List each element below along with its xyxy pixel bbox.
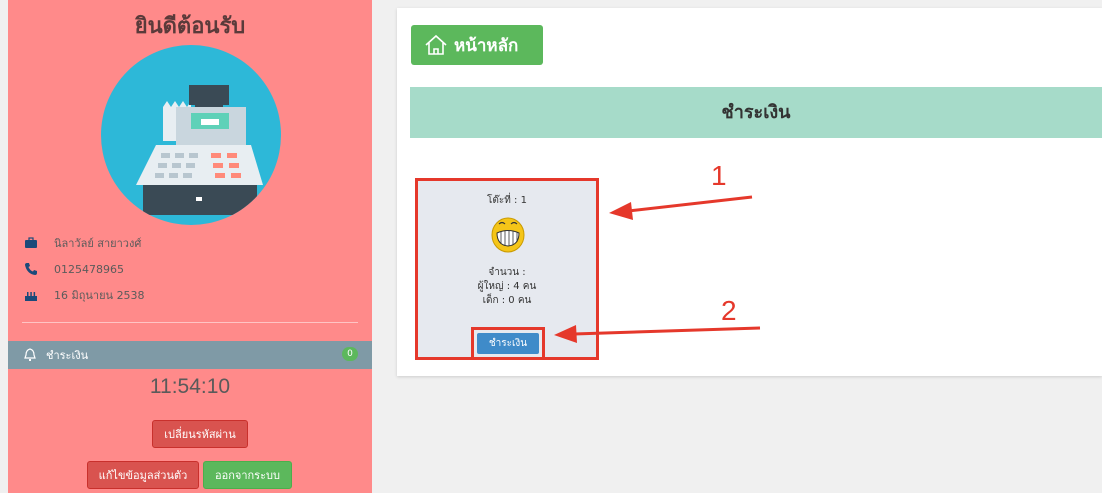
user-name: นิลาวัลย์ สายาวงศ์ [54, 237, 142, 250]
divider [22, 322, 358, 323]
user-name-row: นิลาวัลย์ สายาวงศ์ [24, 233, 141, 253]
briefcase-icon [25, 237, 37, 248]
welcome-title: ยินดีต้อนรับ [134, 14, 246, 39]
table-card: โต๊ะที่ : 1 จำนวน : ผู้ใหญ่ : 4 คน เด็ก … [415, 178, 599, 360]
logout-button[interactable]: ออกจากระบบ [203, 461, 292, 489]
phone-row: 0125478965 [24, 259, 124, 279]
birthday: 16 มิถุนายน 2538 [54, 289, 145, 302]
menu-item-payment[interactable]: ชำระเงิน 0 [8, 341, 372, 369]
change-password-button[interactable]: เปลี่ยนรหัสผ่าน [152, 420, 248, 448]
birthday-row: 16 มิถุนายน 2538 [24, 285, 145, 305]
grinning-face-icon [491, 217, 525, 253]
phone-icon [25, 263, 37, 275]
pay-button[interactable]: ชำระเงิน [477, 333, 539, 354]
birthday-cake-icon [25, 292, 37, 301]
menu-item-label: ชำระเงิน [46, 349, 89, 362]
sidebar: ยินดีต้อนรับ นิลาวัลย์ สายาวงศ์ 01254789… [8, 0, 372, 493]
annotation-marker-2: 2 [721, 295, 737, 326]
notification-badge: 0 [342, 347, 358, 361]
main-panel: หน้าหลัก ชำระเงิน โต๊ะที่ : 1 จำนวน : ผู… [397, 8, 1102, 376]
annotation-marker-1: 1 [711, 160, 727, 191]
cash-register-icon [136, 85, 263, 215]
amount-label: จำนวน : [488, 267, 526, 278]
page-title: ชำระเงิน [410, 87, 1102, 138]
cash-register-avatar [101, 45, 281, 225]
phone-number: 0125478965 [54, 262, 124, 276]
home-button-label: หน้าหลัก [454, 35, 519, 56]
adults-count: ผู้ใหญ่ : 4 คน [477, 281, 537, 292]
edit-profile-button[interactable]: แก้ไขข้อมูลส่วนตัว [87, 461, 199, 489]
home-button[interactable]: หน้าหลัก [411, 25, 543, 65]
table-number: โต๊ะที่ : 1 [487, 195, 527, 206]
children-count: เด็ก : 0 คน [482, 295, 532, 306]
clock: 11:54:10 [149, 375, 231, 398]
bell-icon [24, 348, 36, 361]
home-icon [425, 34, 447, 55]
pay-button-highlight: ชำระเงิน [471, 327, 545, 360]
